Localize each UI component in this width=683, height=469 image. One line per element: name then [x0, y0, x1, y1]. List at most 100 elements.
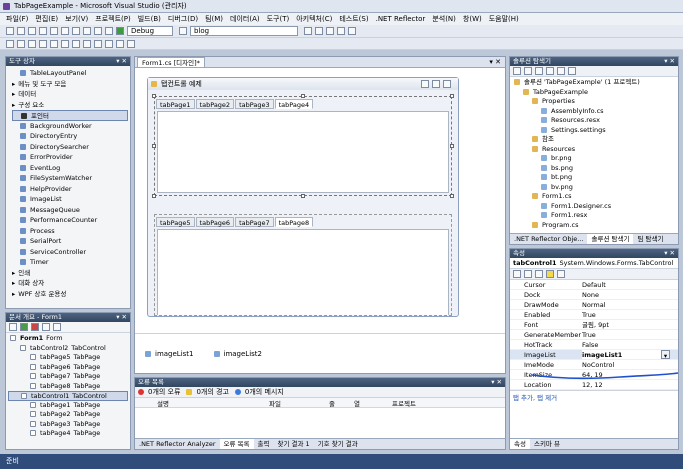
bottom-tab[interactable]: .NET Reflector Analyzer: [135, 439, 220, 449]
close-icon[interactable]: ▾ ✕: [491, 378, 502, 387]
property-value[interactable]: Normal: [582, 300, 678, 309]
tab-tabpage1[interactable]: tabPage1: [156, 99, 195, 109]
toolbox-item[interactable]: HelpProvider: [12, 184, 128, 195]
align-middle-icon[interactable]: [50, 39, 58, 48]
toolbox-item[interactable]: Timer: [12, 257, 128, 268]
outline-node[interactable]: tabPage4 TabPage: [8, 429, 128, 439]
toolbox-item[interactable]: ServiceController: [12, 247, 128, 258]
resize-handle[interactable]: [301, 94, 305, 98]
tab-tabpage2[interactable]: tabPage2: [195, 99, 235, 109]
redo-icon[interactable]: [105, 27, 113, 35]
errors-filter[interactable]: 0개의 오류: [138, 387, 180, 397]
outline-node[interactable]: tabPage6 TabPage: [8, 363, 128, 373]
designer-tab[interactable]: Form1.cs [디자인]*: [137, 57, 205, 67]
toolbox-item[interactable]: PerformanceCounter: [12, 215, 128, 226]
resize-handle[interactable]: [152, 144, 156, 148]
tab-tabpage7[interactable]: tabPage7: [235, 217, 274, 227]
properties-tab[interactable]: 스키마 뷰: [530, 439, 564, 449]
toolbox-item[interactable]: DirectorySearcher: [12, 142, 128, 153]
menu-item[interactable]: 도움말(H): [489, 13, 519, 25]
expand-icon[interactable]: ▸: [12, 90, 15, 98]
menu-item[interactable]: 파일(F): [6, 13, 28, 25]
solution-tab[interactable]: 팀 탐색기: [633, 234, 667, 244]
tab-tabpage6[interactable]: tabPage6: [195, 217, 235, 227]
solution-node[interactable]: Form1.Designer.cs: [512, 202, 676, 212]
solution-tab[interactable]: .NET Reflector Obje...: [510, 234, 587, 244]
solution-node[interactable]: TabPageExample: [512, 88, 676, 98]
outline-node[interactable]: tabPage2 TabPage: [8, 410, 128, 420]
property-row[interactable]: DrawMode Normal: [510, 300, 678, 310]
property-value[interactable]: None: [582, 290, 678, 299]
align-right-icon[interactable]: [28, 39, 36, 48]
menu-item[interactable]: 분석(N): [432, 13, 456, 25]
toolbox-item[interactable]: ErrorProvider: [12, 152, 128, 163]
menu-item[interactable]: 프로젝트(P): [95, 13, 130, 25]
solution-node[interactable]: Resources.resx: [512, 116, 676, 126]
bring-front-icon[interactable]: [116, 39, 124, 48]
property-value[interactable]: True: [582, 330, 678, 339]
move-into-icon[interactable]: [42, 323, 50, 331]
bottom-tab[interactable]: 오류 목록: [219, 439, 254, 449]
solution-node[interactable]: Properties: [512, 97, 676, 107]
align-center-icon[interactable]: [17, 39, 25, 48]
property-row[interactable]: ImageList imageList1 ▾: [510, 350, 678, 360]
add-item-icon[interactable]: [17, 27, 25, 35]
solution-node[interactable]: Form1.cs: [512, 192, 676, 202]
same-size-icon[interactable]: [94, 39, 102, 48]
solution-node[interactable]: 솔루션 'TabPageExample' (1 프로젝트): [512, 78, 676, 88]
move-down-icon[interactable]: [31, 323, 39, 331]
tab-tabpage4[interactable]: tabPage4: [274, 99, 314, 109]
move-up-icon[interactable]: [20, 323, 28, 331]
toolbox-category[interactable]: ▸ 메뉴 및 도구 모음: [12, 79, 128, 90]
form1-window[interactable]: 탭컨트롤 예제 tabPage1 tabPage2 tabPage3 tabPage4…: [147, 77, 459, 317]
expand-icon[interactable]: ▸: [12, 290, 15, 298]
outline-views-icon[interactable]: [9, 323, 17, 331]
menu-item[interactable]: 테스트(S): [339, 13, 368, 25]
toolbox-item[interactable]: BackgroundWorker: [12, 121, 128, 132]
property-value[interactable]: False: [582, 340, 678, 349]
toolbox-item[interactable]: FileSystemWatcher: [12, 173, 128, 184]
properties-view-icon[interactable]: [535, 270, 543, 278]
property-row[interactable]: GenerateMember True: [510, 330, 678, 340]
class-diagram-icon[interactable]: [568, 67, 576, 75]
menu-item[interactable]: 팀(M): [205, 13, 223, 25]
same-width-icon[interactable]: [72, 39, 80, 48]
refresh-icon[interactable]: [535, 67, 543, 75]
close-icon[interactable]: ▾ ✕: [664, 57, 675, 66]
toolbox-item[interactable]: ImageList: [12, 194, 128, 205]
bottom-tab[interactable]: 출력: [254, 439, 274, 449]
property-row[interactable]: Cursor Default: [510, 280, 678, 290]
find-in-files-icon[interactable]: [304, 27, 312, 35]
toolbox-item[interactable]: EventLog: [12, 163, 128, 174]
outline-node[interactable]: tabPage5 TabPage: [8, 353, 128, 363]
solution-node[interactable]: Form1.resx: [512, 211, 676, 221]
resize-handle[interactable]: [301, 194, 305, 198]
new-project-icon[interactable]: [6, 27, 14, 35]
expand-icon[interactable]: ▸: [12, 269, 15, 277]
solution-node[interactable]: bs.png: [512, 164, 676, 174]
align-top-icon[interactable]: [39, 39, 47, 48]
outline-node[interactable]: tabPage3 TabPage: [8, 420, 128, 430]
property-row[interactable]: Enabled True: [510, 310, 678, 320]
toolbox-category[interactable]: ▸ 구성 요소: [12, 100, 128, 111]
config-select[interactable]: Debug: [127, 26, 173, 36]
solution-tab[interactable]: 솔루션 탐색기: [587, 234, 634, 244]
expand-icon[interactable]: ▸: [12, 279, 15, 287]
save-all-icon[interactable]: [50, 27, 58, 35]
resize-handle[interactable]: [450, 94, 454, 98]
pin-icon[interactable]: ▾ ✕: [116, 57, 127, 66]
close-icon[interactable]: ▾ ✕: [116, 313, 127, 322]
col-line[interactable]: 줄: [329, 398, 354, 408]
toolbox-item[interactable]: DirectoryEntry: [12, 131, 128, 142]
tab-tabpage5[interactable]: tabPage5: [156, 217, 195, 227]
menu-item[interactable]: 데이터(A): [230, 13, 260, 25]
property-value[interactable]: 굴림, 9pt: [582, 320, 678, 329]
outline-node[interactable]: tabControl2 TabControl: [8, 344, 128, 354]
toolbox-category[interactable]: ▸ WPF 상호 운용성: [12, 289, 128, 300]
col-column[interactable]: 열: [354, 398, 392, 408]
dropdown-arrow-icon[interactable]: ▾: [661, 350, 670, 360]
imagelist2-component[interactable]: imageList2: [213, 350, 262, 358]
resize-handle[interactable]: [450, 144, 454, 148]
property-value[interactable]: imageList1: [582, 350, 661, 359]
paste-icon[interactable]: [83, 27, 91, 35]
